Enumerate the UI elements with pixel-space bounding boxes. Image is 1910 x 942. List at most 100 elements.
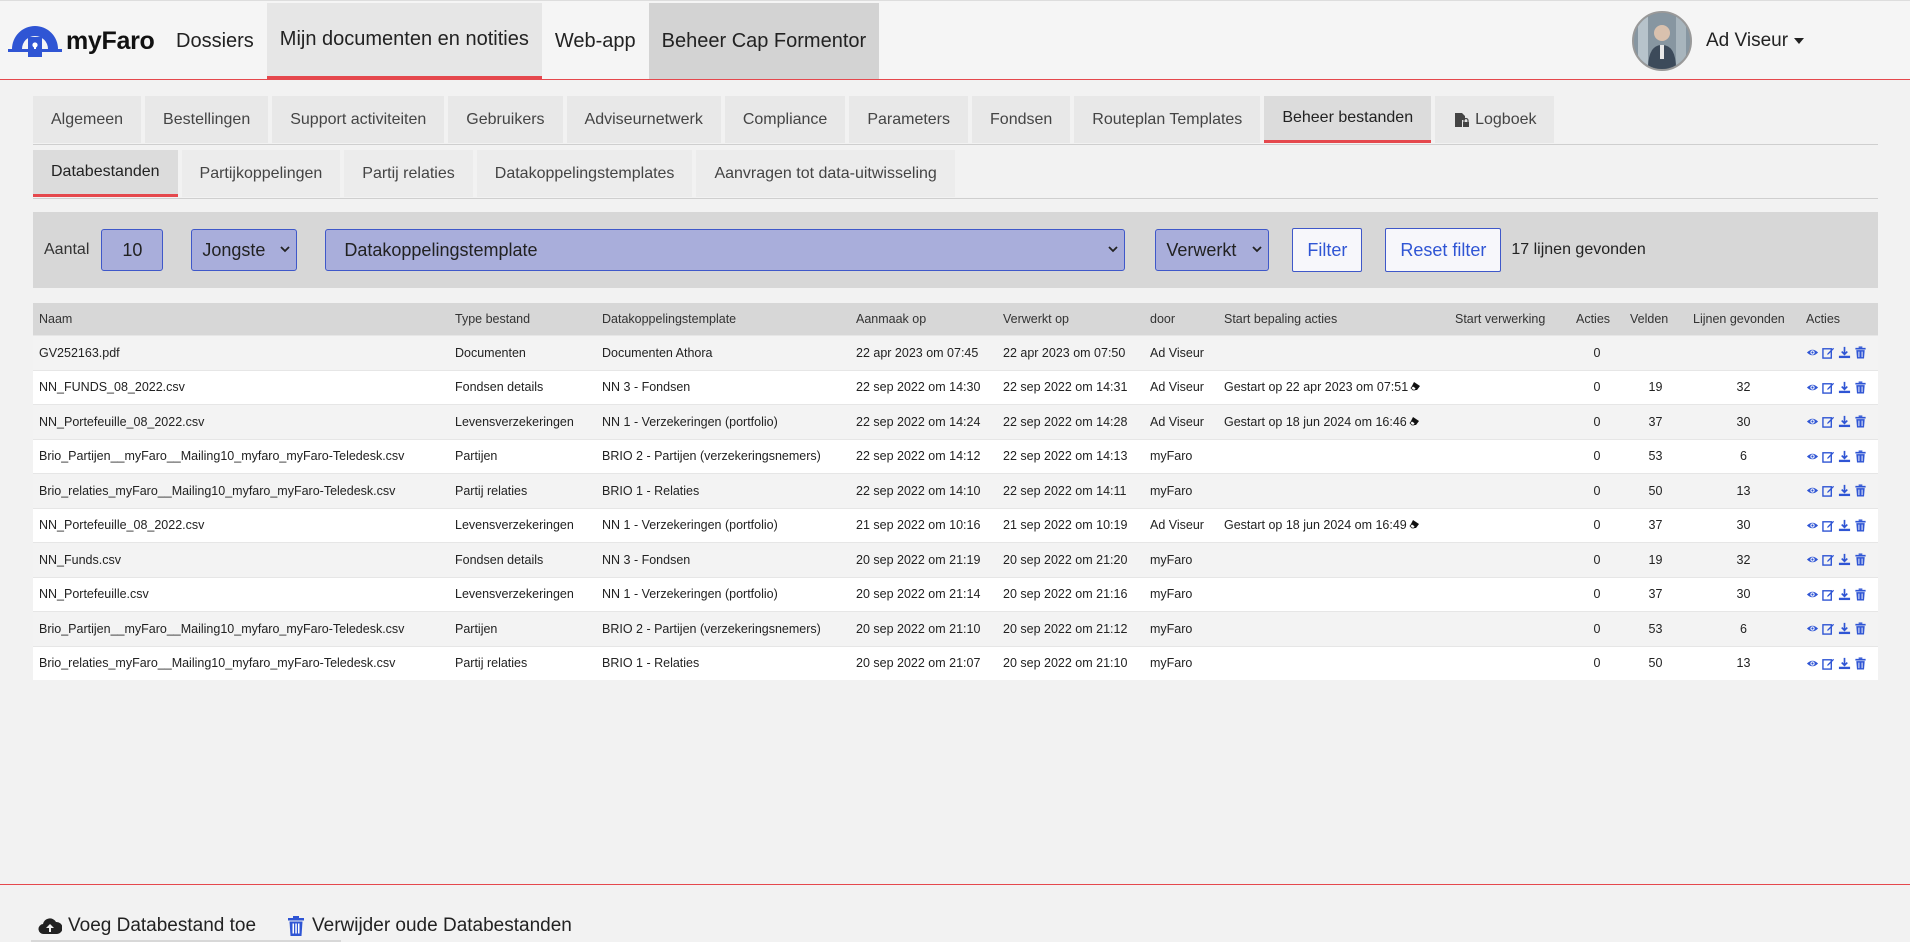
tab-partijkoppelingen[interactable]: Partijkoppelingen: [181, 150, 341, 197]
edit-icon[interactable]: [1822, 622, 1835, 636]
chevron-down-icon: [1794, 38, 1805, 44]
edit-icon[interactable]: [1822, 657, 1835, 670]
eye-icon[interactable]: [1806, 381, 1819, 394]
table-row: Brio_relaties_myFaro__Mailing10_myfaro_m…: [33, 473, 1878, 508]
nav-web-app[interactable]: Web-app: [542, 3, 649, 79]
delete-old-databestanden-button[interactable]: Verwijder oude Databestanden: [286, 911, 572, 941]
reset-filter-button[interactable]: Reset filter: [1385, 228, 1502, 272]
add-databestand-button[interactable]: Voeg Databestand toe: [38, 911, 256, 941]
filter-button[interactable]: Filter: [1292, 228, 1363, 272]
tab-bestellingen[interactable]: Bestellingen: [145, 96, 269, 143]
cell-file-name: Brio_Partijen__myFaro__Mailing10_myfaro_…: [33, 611, 449, 646]
trash-icon[interactable]: [1854, 657, 1867, 670]
edit-icon[interactable]: [1822, 415, 1835, 429]
download-icon[interactable]: [1838, 346, 1851, 359]
edit-icon[interactable]: [1822, 484, 1835, 498]
eye-icon[interactable]: [1806, 415, 1819, 428]
eye-icon[interactable]: [1806, 657, 1819, 670]
eye-icon[interactable]: [1806, 484, 1819, 497]
cell-acties-count: 0: [1570, 507, 1624, 543]
tab-parameters[interactable]: Parameters: [849, 96, 969, 143]
tab-beheer-bestanden[interactable]: Beheer bestanden: [1264, 96, 1432, 143]
cell-velden-count: 19: [1624, 542, 1687, 577]
download-icon[interactable]: [1838, 484, 1851, 497]
tab-logboek[interactable]: Logboek: [1435, 96, 1555, 143]
eye-icon[interactable]: [1806, 622, 1819, 635]
chevron-down-icon: [1252, 246, 1263, 253]
trash-icon[interactable]: [1854, 484, 1867, 497]
cell-file-name: NN_Funds.csv: [33, 542, 449, 577]
download-icon[interactable]: [1838, 657, 1851, 670]
tab-adviseurnetwerk[interactable]: Adviseurnetwerk: [566, 96, 721, 143]
tab-databestanden[interactable]: Databestanden: [33, 150, 178, 197]
download-icon[interactable]: [1838, 381, 1851, 394]
start-bepaling-text: Gestart op 18 jun 2024 om 16:49: [1224, 518, 1407, 533]
edit-icon[interactable]: [1822, 519, 1835, 532]
tab-support-activiteiten[interactable]: Support activiteiten: [272, 96, 445, 143]
cell-row-actions: [1800, 438, 1878, 474]
download-icon[interactable]: [1838, 588, 1851, 601]
eye-icon[interactable]: [1806, 588, 1819, 601]
tab-routeplan-templates[interactable]: Routeplan Templates: [1074, 96, 1261, 143]
status-select[interactable]: Verwerkt: [1155, 229, 1270, 271]
cell-lijnen-count: 13: [1687, 645, 1800, 680]
cell-processed-by: myFaro: [1144, 611, 1218, 646]
download-icon[interactable]: [1838, 450, 1851, 463]
edit-icon[interactable]: [1822, 346, 1835, 360]
eye-icon[interactable]: [1806, 346, 1819, 359]
download-icon[interactable]: [1838, 622, 1851, 635]
tab-gebruikers[interactable]: Gebruikers: [448, 96, 563, 143]
trash-icon[interactable]: [1854, 346, 1867, 359]
cell-template: BRIO 1 - Relaties: [596, 473, 850, 508]
cell-lijnen-count: 32: [1687, 542, 1800, 577]
eye-icon[interactable]: [1806, 519, 1819, 532]
eye-icon[interactable]: [1806, 553, 1819, 566]
eraser-icon[interactable]: [1410, 381, 1421, 394]
download-icon[interactable]: [1838, 519, 1851, 532]
eraser-icon[interactable]: [1409, 519, 1420, 532]
nav-mijn-documenten[interactable]: Mijn documenten en notities: [266, 3, 542, 79]
cell-processed-by: Ad Viseur: [1144, 507, 1218, 543]
cell-start-verwerking: [1449, 473, 1570, 508]
trash-icon[interactable]: [1854, 450, 1867, 463]
download-icon[interactable]: [1838, 415, 1851, 428]
cell-created-at: 22 sep 2022 om 14:30: [850, 369, 997, 405]
delete-old-databestanden-label: Verwijder oude Databestanden: [312, 915, 572, 936]
row-actions: [1806, 415, 1872, 429]
nav-beheer-cap-formentor[interactable]: Beheer Cap Formentor: [648, 3, 880, 79]
tab-aanvragen-data-uitwisseling[interactable]: Aanvragen tot data-uitwisseling: [696, 150, 955, 197]
trash-icon[interactable]: [1854, 381, 1867, 394]
download-icon[interactable]: [1838, 553, 1851, 566]
table-row: NN_Funds.csv Fondsen details NN 3 - Fondse…: [33, 542, 1878, 577]
brand[interactable]: myFaro: [8, 19, 155, 63]
tab-algemeen[interactable]: Algemeen: [33, 96, 142, 143]
cell-row-actions: [1800, 507, 1878, 543]
aantal-input[interactable]: 10: [101, 229, 164, 271]
eye-icon[interactable]: [1806, 450, 1819, 463]
trash-icon[interactable]: [1854, 622, 1867, 635]
tab-compliance[interactable]: Compliance: [724, 96, 846, 143]
cell-start-bepaling: [1218, 576, 1449, 612]
trash-icon[interactable]: [1854, 415, 1867, 428]
tab-datakoppelingstemplates[interactable]: Datakoppelingstemplates: [476, 150, 693, 197]
edit-icon[interactable]: [1822, 381, 1835, 394]
user-menu[interactable]: Ad Viseur: [1632, 9, 1805, 73]
filter-bar: Aantal 10 Jongste Datakoppelingstemplate…: [33, 212, 1878, 288]
trash-icon[interactable]: [1854, 588, 1867, 601]
tab-fondsen[interactable]: Fondsen: [972, 96, 1071, 143]
cell-template: BRIO 1 - Relaties: [596, 645, 850, 680]
edit-icon[interactable]: [1822, 553, 1835, 567]
cell-lijnen-count: 13: [1687, 473, 1800, 508]
edit-icon[interactable]: [1822, 588, 1835, 601]
edit-icon[interactable]: [1822, 450, 1835, 463]
eraser-icon[interactable]: [1409, 416, 1420, 429]
trash-icon[interactable]: [1854, 519, 1867, 532]
nav-dossiers[interactable]: Dossiers: [163, 3, 267, 79]
template-select[interactable]: Datakoppelingstemplate: [325, 229, 1126, 271]
cell-row-actions: [1800, 369, 1878, 405]
tab-partij-relaties[interactable]: Partij relaties: [344, 150, 473, 197]
cell-start-bepaling: [1218, 611, 1449, 646]
sort-select[interactable]: Jongste: [191, 229, 298, 271]
cell-velden-count: 19: [1624, 369, 1687, 405]
trash-icon[interactable]: [1854, 553, 1867, 566]
